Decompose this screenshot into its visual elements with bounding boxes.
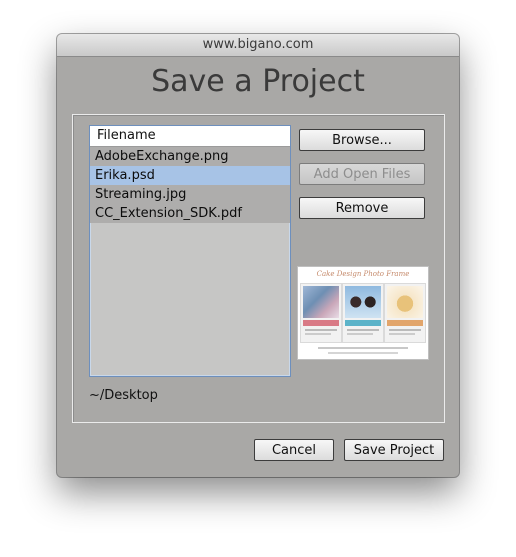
preview-card-3	[384, 283, 426, 343]
add-open-files-button[interactable]: Add Open Files	[299, 163, 425, 185]
file-row[interactable]: CC_Extension_SDK.pdf	[90, 204, 290, 223]
image-preview-thumbnail: Cake Design Photo Frame	[297, 266, 429, 360]
file-list[interactable]: Filename AdobeExchange.png Erika.psd Str…	[89, 125, 291, 377]
file-row[interactable]: AdobeExchange.png	[90, 147, 290, 166]
current-path-label: ~/Desktop	[89, 388, 158, 403]
preview-title-text: Cake Design Photo Frame	[316, 270, 410, 278]
dialog-heading: Save a Project	[151, 64, 365, 99]
preview-card-1	[300, 283, 342, 343]
file-row-selected[interactable]: Erika.psd	[90, 166, 290, 185]
save-project-dialog: www.bigano.com Save a Project Filename A…	[57, 34, 459, 477]
browse-button[interactable]: Browse...	[299, 129, 425, 151]
window-title: www.bigano.com	[57, 34, 459, 57]
save-project-button[interactable]: Save Project	[344, 439, 444, 461]
preview-card-2	[342, 283, 384, 343]
remove-button[interactable]: Remove	[299, 197, 425, 219]
filename-column-header[interactable]: Filename	[90, 126, 290, 147]
cancel-button[interactable]: Cancel	[254, 439, 334, 461]
file-row[interactable]: Streaming.jpg	[90, 185, 290, 204]
